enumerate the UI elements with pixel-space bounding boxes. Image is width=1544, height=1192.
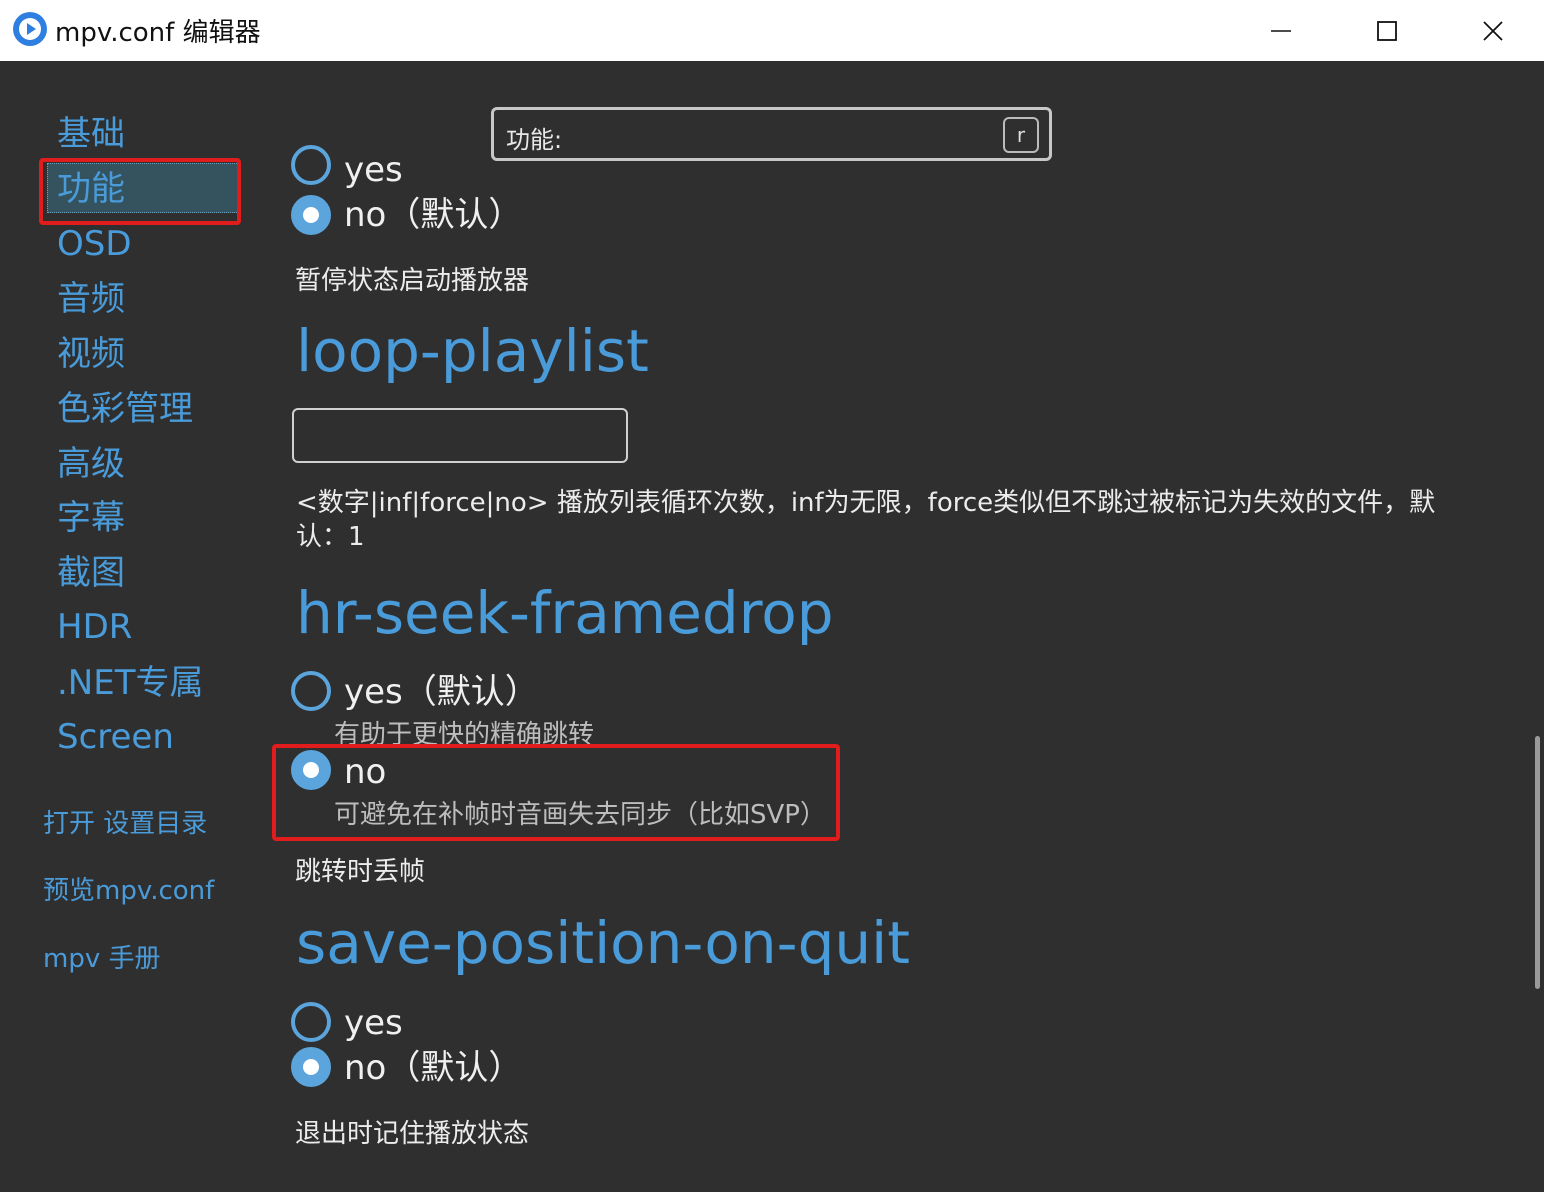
prev-no-radio[interactable] <box>291 195 331 235</box>
nav-item-subtitles[interactable]: 字幕 <box>57 498 125 538</box>
prev-yes-radio[interactable] <box>291 145 331 185</box>
hr-seek-description: 跳转时丢帧 <box>295 857 426 887</box>
save-position-description: 退出时记住播放状态 <box>295 1119 530 1149</box>
save-pos-no-label: no（默认） <box>344 1048 523 1088</box>
nav-item-video[interactable]: 视频 <box>57 334 125 374</box>
hr-seek-framedrop-title: hr-seek-framedrop <box>296 579 834 647</box>
hr-seek-yes-label: yes（默认） <box>344 672 539 712</box>
nav-item-features[interactable]: 功能 <box>57 169 125 209</box>
save-pos-no-radio[interactable] <box>291 1047 331 1087</box>
prev-yes-label: yes <box>344 150 403 190</box>
save-pos-yes-radio[interactable] <box>291 1002 331 1042</box>
mpv-app-icon <box>13 12 47 46</box>
maximize-button[interactable] <box>1334 0 1440 61</box>
open-settings-dir-link[interactable]: 打开 设置目录 <box>43 803 207 840</box>
nav-item-screen[interactable]: Screen <box>57 717 174 757</box>
nav-item-basic[interactable]: 基础 <box>57 114 125 154</box>
nav-item-screenshot[interactable]: 截图 <box>57 553 125 593</box>
search-shortcut-key: r <box>1003 117 1039 153</box>
client-area: 基础 功能 OSD 音频 视频 色彩管理 高级 字幕 截图 HDR .NET专属… <box>0 61 1544 1192</box>
close-button[interactable] <box>1440 0 1544 61</box>
prev-option-description: 暂停状态启动播放器 <box>295 266 530 296</box>
hr-seek-yes-radio[interactable] <box>291 671 331 711</box>
nav-item-osd[interactable]: OSD <box>57 224 132 264</box>
loop-playlist-description: <数字|inf|force|no> 播放列表循环次数，inf为无限，force类… <box>296 488 1436 552</box>
title-bar: mpv.conf 编辑器 <box>0 0 1544 61</box>
loop-playlist-title: loop-playlist <box>296 317 649 385</box>
nav-item-audio[interactable]: 音频 <box>57 279 125 319</box>
close-icon <box>1483 20 1503 41</box>
maximize-icon <box>1377 20 1397 41</box>
nav-item-hdr[interactable]: HDR <box>57 607 132 647</box>
search-label: 功能: <box>506 126 563 154</box>
mpv-manual-link[interactable]: mpv 手册 <box>43 938 160 975</box>
nav-item-color-management[interactable]: 色彩管理 <box>57 389 193 429</box>
annotation-box-option <box>272 744 840 841</box>
prev-no-label: no（默认） <box>344 195 523 235</box>
minimize-icon <box>1271 29 1291 32</box>
search-box[interactable]: 功能: r <box>491 107 1052 161</box>
preview-conf-link[interactable]: 预览mpv.conf <box>43 870 214 907</box>
nav-item-dotnet[interactable]: .NET专属 <box>57 663 204 703</box>
scrollbar-thumb[interactable] <box>1535 736 1540 989</box>
loop-playlist-input[interactable] <box>292 408 628 463</box>
save-position-title: save-position-on-quit <box>296 909 911 977</box>
minimize-button[interactable] <box>1228 0 1334 61</box>
window-title: mpv.conf 编辑器 <box>55 18 261 48</box>
nav-item-advanced[interactable]: 高级 <box>57 444 125 484</box>
save-pos-yes-label: yes <box>344 1003 403 1043</box>
